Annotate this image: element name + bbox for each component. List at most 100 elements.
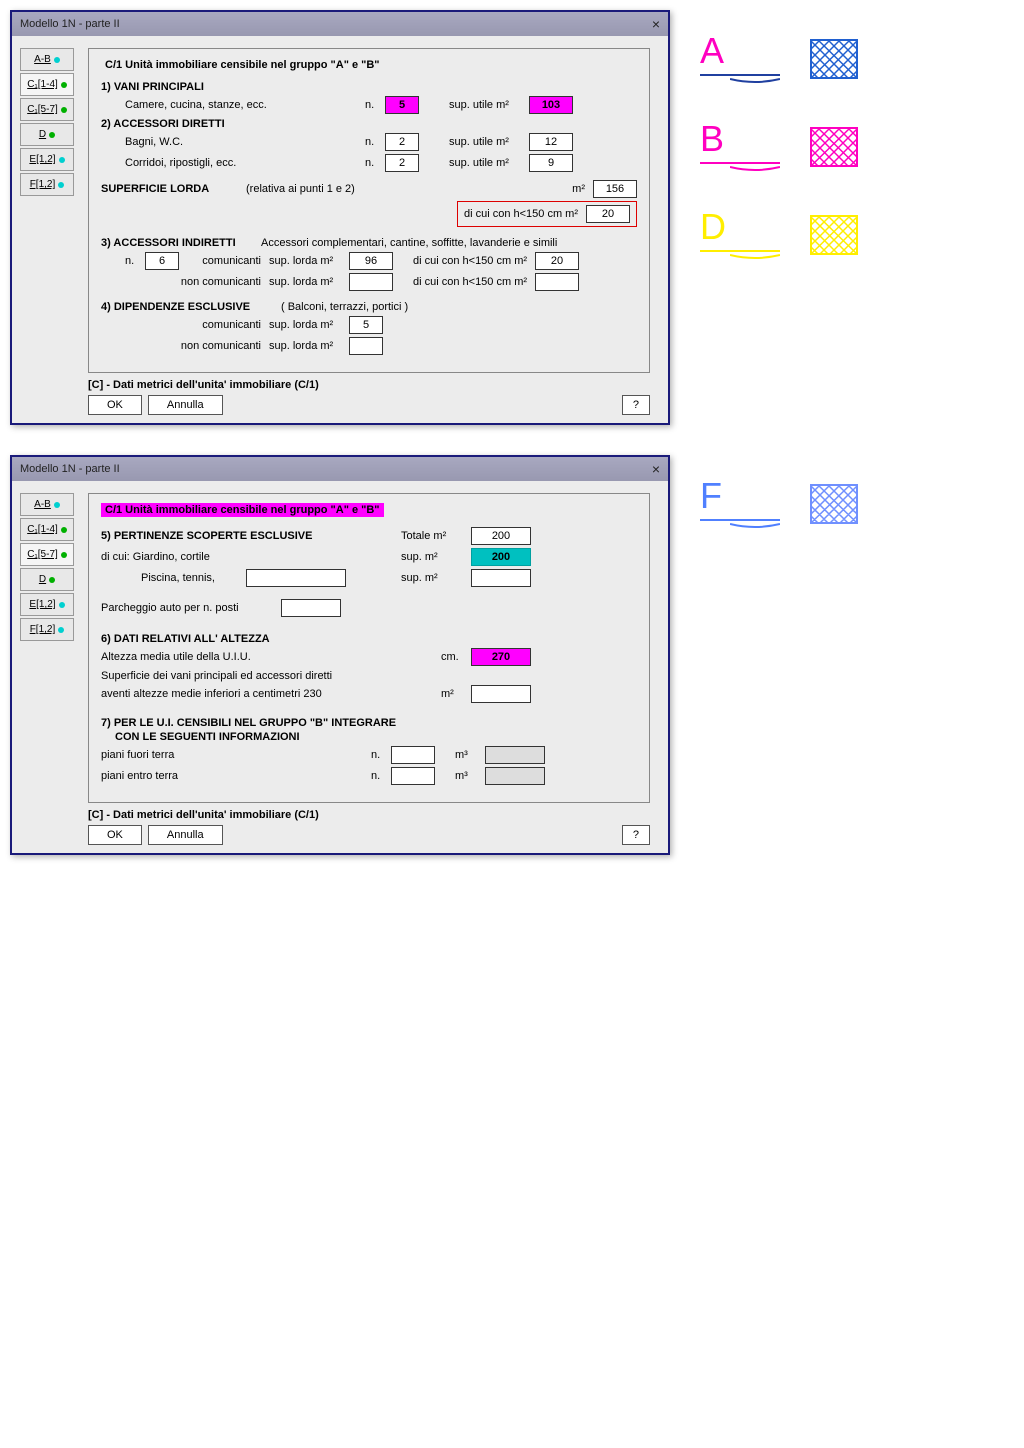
input-giardino[interactable]: [471, 548, 531, 566]
label-n: n.: [371, 749, 391, 761]
cancel-button[interactable]: Annulla: [148, 395, 223, 415]
label-h150: di cui con h<150 cm m²: [413, 255, 527, 267]
footer-caption: [C] - Dati metrici dell'unita' immobilia…: [88, 809, 650, 821]
label-cm: cm.: [441, 651, 471, 663]
ok-button[interactable]: OK: [88, 395, 142, 415]
label-n: n.: [365, 157, 385, 169]
input-piscina[interactable]: [471, 569, 531, 587]
input-s3-n[interactable]: [145, 252, 179, 270]
input-s3-com[interactable]: [349, 252, 393, 270]
label-sup-lorda: sup. lorda m²: [269, 276, 349, 288]
label-sup: sup. m²: [401, 572, 471, 584]
hatch-icon: [810, 484, 858, 524]
titlebar: Modello 1N - parte II ×: [12, 12, 668, 36]
label-sup-lorda: sup. lorda m²: [269, 340, 349, 352]
label-s4-note: ( Balconi, terrazzi, portici ): [281, 301, 408, 313]
dot-icon: [58, 627, 64, 633]
label-sup: sup. m²: [401, 551, 471, 563]
label-giardino: di cui: Giardino, cortile: [101, 551, 401, 563]
tab-d[interactable]: D: [20, 123, 74, 146]
input-altezza[interactable]: [471, 648, 531, 666]
close-icon[interactable]: ×: [652, 16, 660, 32]
input-s2a-sup[interactable]: [529, 133, 573, 151]
legend-item-a: A: [700, 30, 950, 88]
input-s3-noncom-h150[interactable]: [535, 273, 579, 291]
input-entro-n[interactable]: [391, 767, 435, 785]
cancel-button[interactable]: Annulla: [148, 825, 223, 845]
input-s3-h150[interactable]: [535, 252, 579, 270]
help-button[interactable]: ?: [622, 395, 650, 415]
input-s4-noncom[interactable]: [349, 337, 383, 355]
label-m3: m³: [455, 749, 485, 761]
input-s1-n[interactable]: [385, 96, 419, 114]
window-title: Modello 1N - parte II: [20, 18, 120, 30]
input-piscina-desc[interactable]: [246, 569, 346, 587]
titlebar: Modello 1N - parte II ×: [12, 457, 668, 481]
input-s1-sup[interactable]: [529, 96, 573, 114]
legend-area-bottom: F: [700, 455, 950, 563]
dot-icon: [54, 502, 60, 508]
close-icon[interactable]: ×: [652, 461, 660, 477]
input-lorda[interactable]: [593, 180, 637, 198]
section-5: 5) PERTINENZE SCOPERTE ESCLUSIVE: [101, 530, 401, 542]
input-s3-noncom[interactable]: [349, 273, 393, 291]
tab-f12[interactable]: F[1,2]: [20, 173, 74, 196]
input-s2b-sup[interactable]: [529, 154, 573, 172]
letter-b: B: [700, 118, 790, 160]
window-title: Modello 1N - parte II: [20, 463, 120, 475]
dot-icon: [58, 182, 64, 188]
label-comunicanti: comunicanti: [179, 255, 269, 267]
label-s6c: aventi altezze medie inferiori a centime…: [101, 688, 441, 700]
section-6: 6) DATI RELATIVI ALL' ALTEZZA: [101, 633, 637, 645]
input-s6-m2[interactable]: [471, 685, 531, 703]
dot-icon: [59, 157, 65, 163]
section-7: 7) PER LE U.I. CENSIBILI NEL GRUPPO "B" …: [101, 717, 637, 729]
input-fuori-m3[interactable]: [485, 746, 545, 764]
tab-c114[interactable]: C₁[1-4]: [20, 73, 74, 96]
label-sup-lorda: sup. lorda m²: [269, 255, 349, 267]
legend-item-d: D: [700, 206, 950, 264]
tab-c114[interactable]: C₁[1-4]: [20, 518, 74, 541]
input-s4-com[interactable]: [349, 316, 383, 334]
input-h150[interactable]: [586, 205, 630, 223]
letter-a: A: [700, 30, 790, 72]
tab-c157[interactable]: C₁[5-7]: [20, 98, 74, 121]
input-parcheggio[interactable]: [281, 599, 341, 617]
input-entro-m3[interactable]: [485, 767, 545, 785]
tab-e12[interactable]: E[1,2]: [20, 148, 74, 171]
label-non-comunicanti: non comunicanti: [179, 276, 269, 288]
hatch-icon: [810, 39, 858, 79]
input-totale[interactable]: [471, 527, 531, 545]
fieldset-bottom: C/1 Unità immobiliare censibile nel grup…: [88, 493, 650, 803]
tab-ab[interactable]: A-B: [20, 48, 74, 71]
input-s2a-n[interactable]: [385, 133, 419, 151]
ok-button[interactable]: OK: [88, 825, 142, 845]
label-n: n.: [371, 770, 391, 782]
tab-d[interactable]: D: [20, 568, 74, 591]
label-n: n.: [365, 136, 385, 148]
dot-icon: [54, 57, 60, 63]
label-entro-terra: piani entro terra: [101, 770, 371, 782]
tab-ab[interactable]: A-B: [20, 493, 74, 516]
tab-f12[interactable]: F[1,2]: [20, 618, 74, 641]
label-n: n.: [125, 255, 145, 267]
input-fuori-n[interactable]: [391, 746, 435, 764]
dot-icon: [49, 132, 55, 138]
dot-icon: [61, 552, 67, 558]
label-fuori-terra: piani fuori terra: [101, 749, 371, 761]
label-h150: di cui con h<150 cm m²: [413, 276, 527, 288]
help-button[interactable]: ?: [622, 825, 650, 845]
content-bottom: C/1 Unità immobiliare censibile nel grup…: [80, 493, 658, 845]
tab-e12[interactable]: E[1,2]: [20, 593, 74, 616]
legend: C/1 Unità immobiliare censibile nel grup…: [101, 59, 384, 71]
label-sup-utile: sup. utile m²: [449, 136, 529, 148]
tab-c157[interactable]: C₁[5-7]: [20, 543, 74, 566]
section-1: 1) VANI PRINCIPALI: [101, 81, 637, 93]
label-m3: m³: [455, 770, 485, 782]
label-m2: m²: [572, 183, 585, 195]
label-non-comunicanti: non comunicanti: [179, 340, 269, 352]
hatch-icon: [810, 127, 858, 167]
label-note: (relativa ai punti 1 e 2): [246, 183, 355, 195]
input-s2b-n[interactable]: [385, 154, 419, 172]
redbox-h150: di cui con h<150 cm m²: [457, 201, 637, 227]
